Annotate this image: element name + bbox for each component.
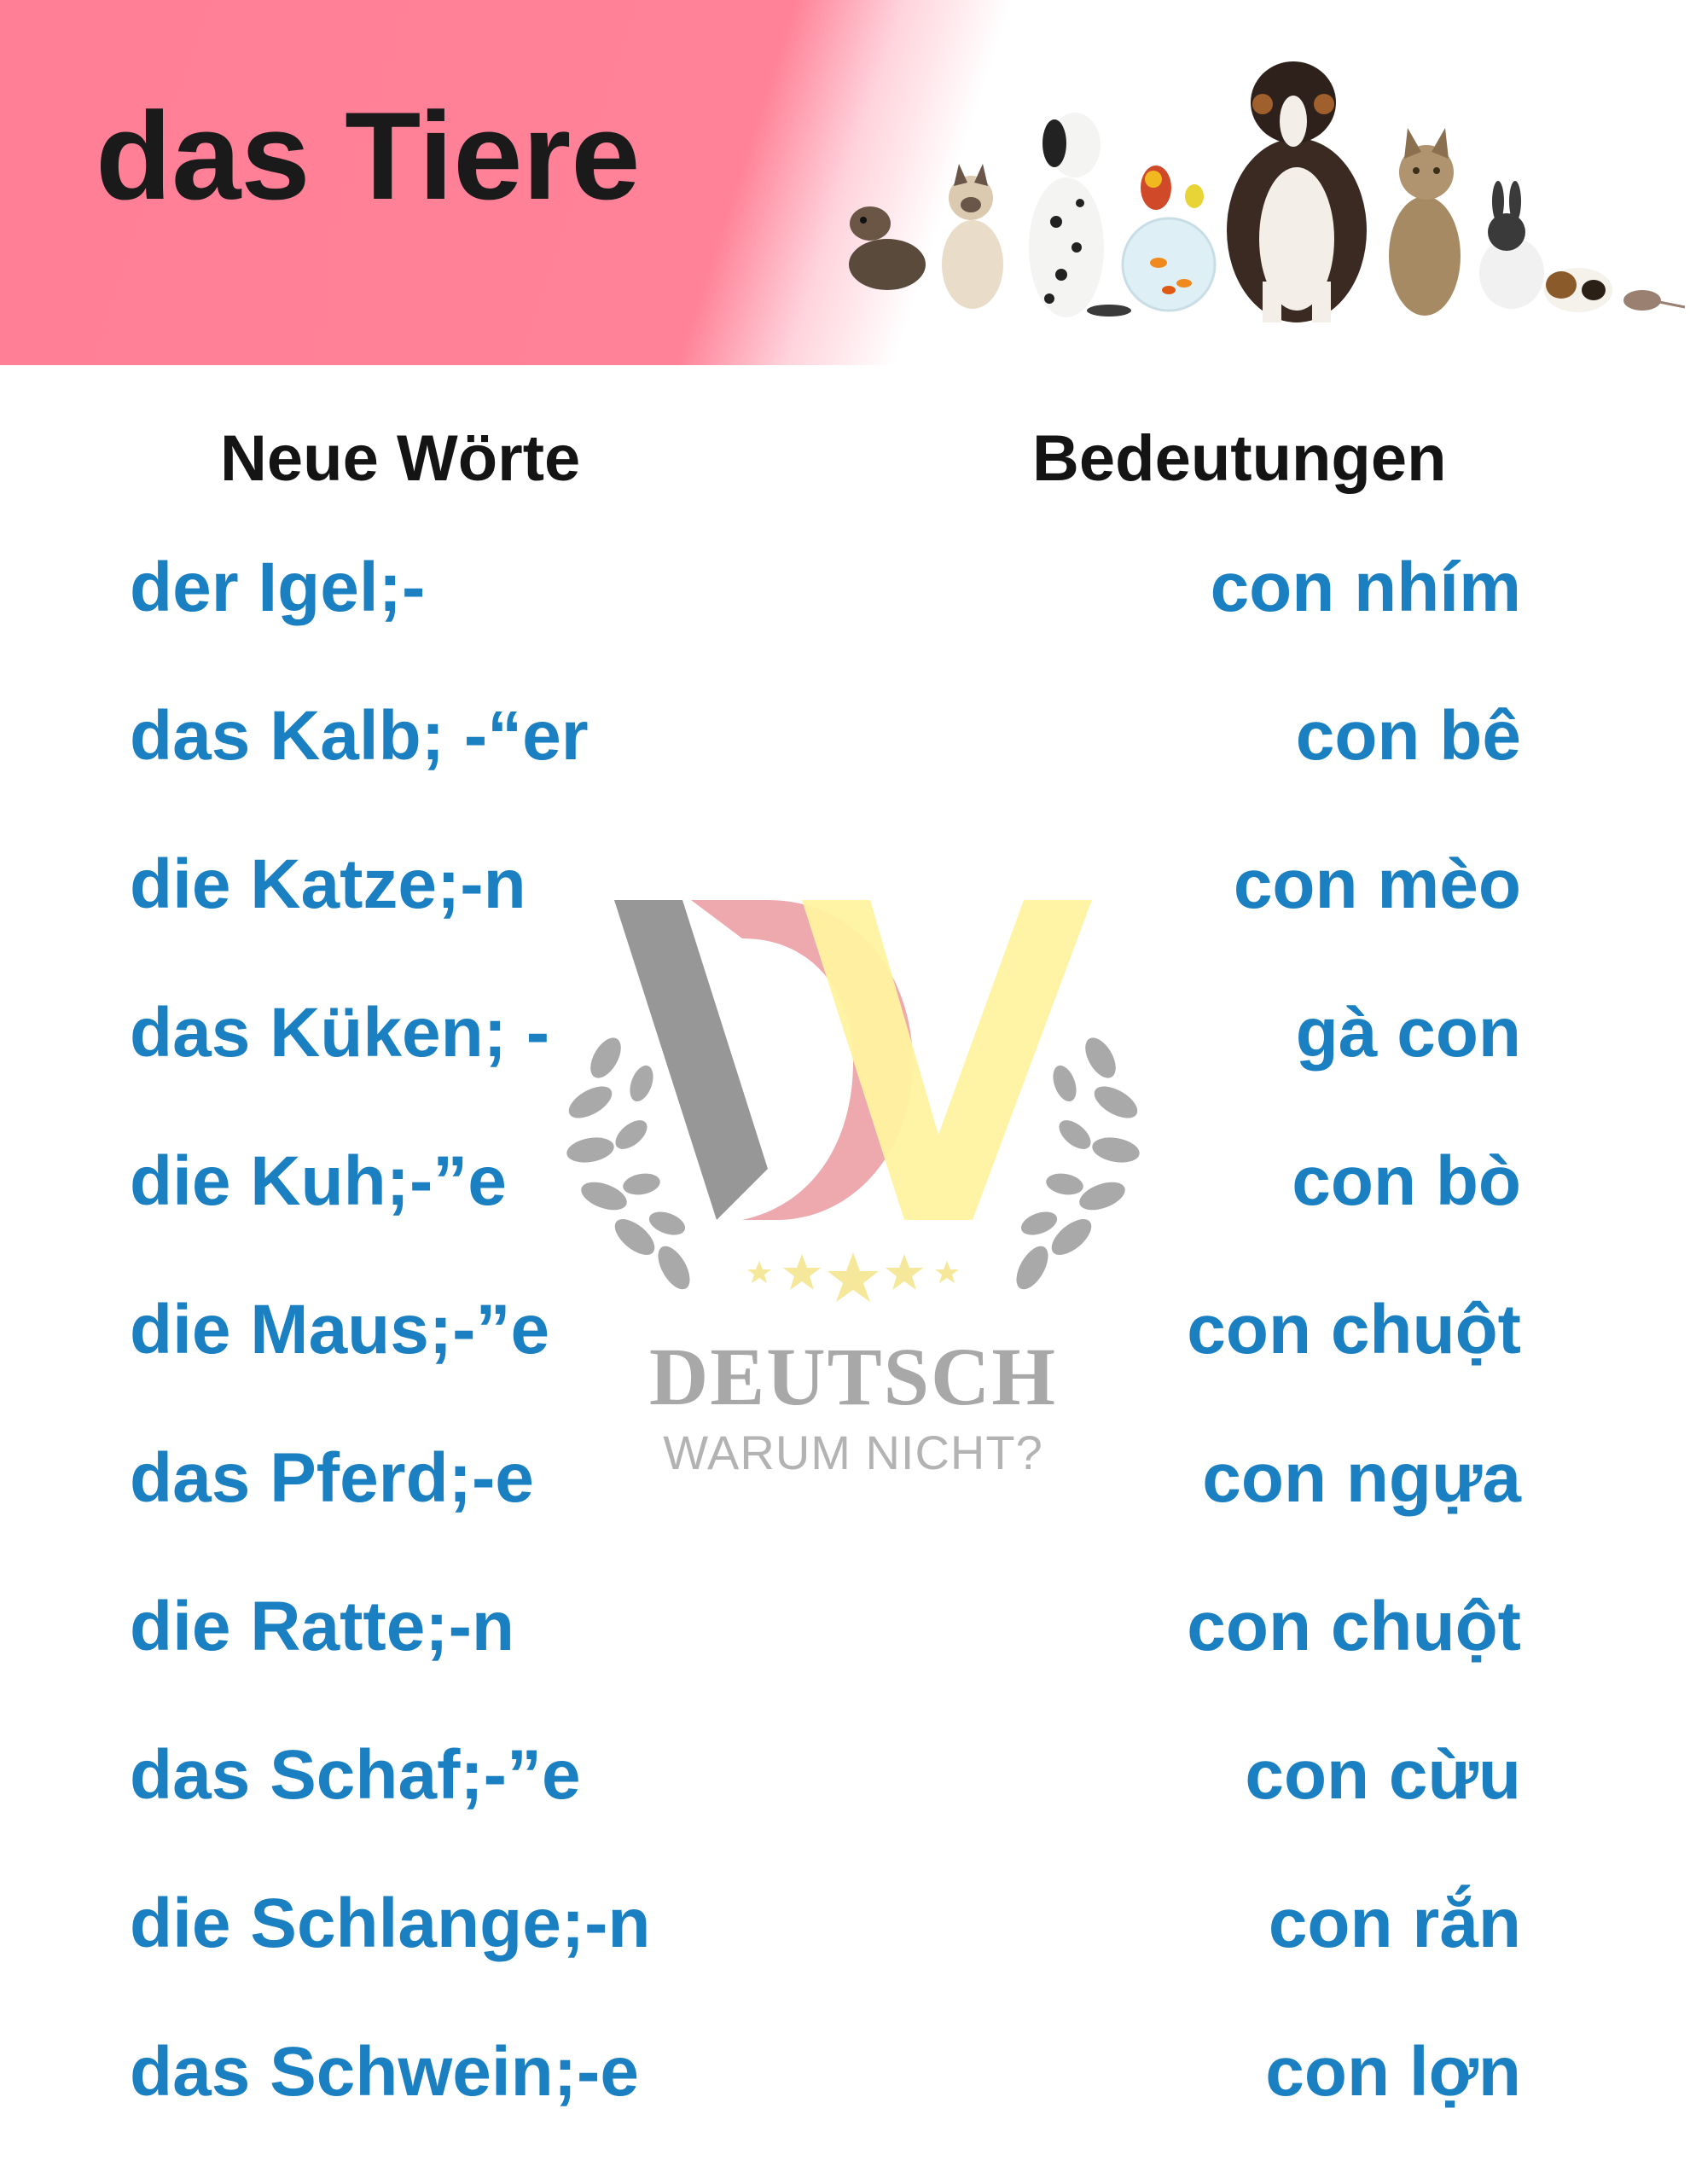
siamese-cat-icon <box>942 164 1003 309</box>
vietnamese-meaning: con lợn <box>1265 2033 1521 2111</box>
german-word: das Schaf;-”e <box>130 1736 581 1814</box>
lizard-icon <box>1087 305 1131 317</box>
list-item: die Ratte;-n con chuột <box>0 1592 1690 1686</box>
list-item: die Maus;-”e con chuột <box>0 1295 1690 1389</box>
ferret-icon <box>849 206 926 290</box>
column-header-meanings: Bedeutungen <box>1032 422 1447 495</box>
page-title: das Tiere <box>96 86 641 225</box>
vietnamese-meaning: con nhím <box>1210 549 1521 626</box>
list-item: die Katze;-n con mèo <box>0 850 1690 944</box>
list-item: die Kuh;-”e con bò <box>0 1147 1690 1240</box>
list-item: das Schaf;-”e con cừu <box>0 1740 1690 1834</box>
german-word: der Igel;- <box>130 549 426 626</box>
list-item: der Igel;- con nhím <box>0 553 1690 647</box>
vietnamese-meaning: con chuột <box>1187 1291 1521 1368</box>
list-item: das Pferd;-e con ngựa <box>0 1443 1690 1537</box>
german-word: das Schwein;-e <box>130 2033 639 2111</box>
german-word: die Katze;-n <box>130 845 526 923</box>
dv-laurel-logo-icon <box>566 900 1140 1302</box>
german-word: die Maus;-”e <box>130 1291 550 1368</box>
vietnamese-meaning: con bê <box>1295 697 1521 775</box>
german-word: das Küken; - <box>130 994 550 1072</box>
vietnamese-meaning: con bò <box>1292 1142 1521 1220</box>
vietnamese-meaning: con chuột <box>1187 1588 1521 1665</box>
vietnamese-meaning: gà con <box>1295 994 1521 1072</box>
rabbit-icon <box>1479 181 1544 309</box>
german-word: die Ratte;-n <box>130 1588 514 1665</box>
pets-group-image <box>849 61 1686 322</box>
mouse-icon <box>1623 290 1686 311</box>
collie-dog-icon <box>1227 61 1367 322</box>
guinea-pig-icon <box>1544 268 1612 312</box>
german-word: die Kuh;-”e <box>130 1142 507 1220</box>
list-item: das Schwein;-e con lợn <box>0 2037 1690 2131</box>
german-word: das Pferd;-e <box>130 1439 534 1517</box>
column-header-new-words: Neue Wörte <box>220 422 581 495</box>
header-banner: das Tiere <box>0 0 1690 365</box>
vietnamese-meaning: con rắn <box>1268 1885 1521 1962</box>
dalmatian-icon <box>1029 113 1104 317</box>
fishbowl-icon <box>1121 166 1217 312</box>
list-item: die Schlange;-n con rắn <box>0 1889 1690 1983</box>
vietnamese-meaning: con ngựa <box>1202 1439 1521 1517</box>
vietnamese-meaning: con cừu <box>1245 1736 1521 1814</box>
tabby-cat-icon <box>1389 128 1461 316</box>
list-item: das Kalb; -“er con bê <box>0 701 1690 795</box>
vietnamese-meaning: con mèo <box>1233 845 1521 923</box>
german-word: die Schlange;-n <box>130 1885 651 1962</box>
list-item: das Küken; - gà con <box>0 998 1690 1092</box>
german-word: das Kalb; -“er <box>130 697 589 775</box>
